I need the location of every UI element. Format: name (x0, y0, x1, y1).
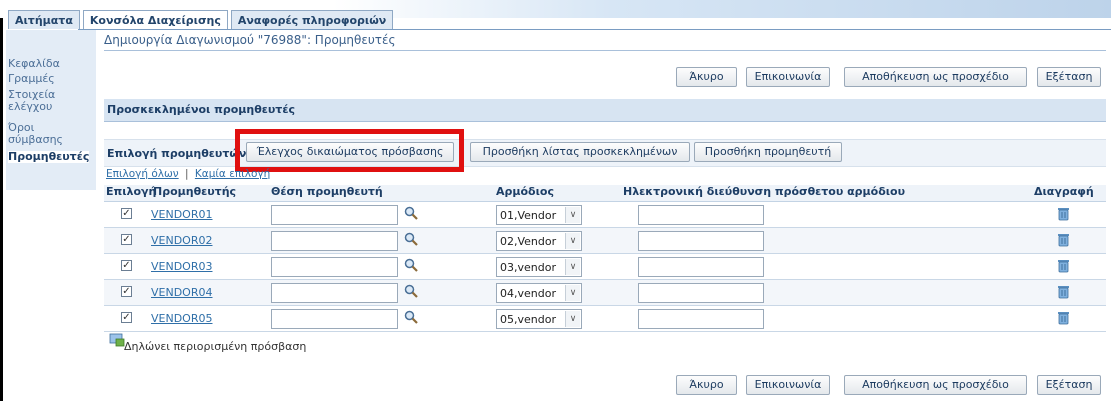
supplier-site-input[interactable] (271, 257, 398, 277)
select-suppliers-label: Επιλογή προμηθευτών: (107, 147, 251, 160)
tab-admin-console[interactable]: Κονσόλα Διαχείρισης (82, 10, 228, 29)
review-button-bottom[interactable]: Εξέταση (1037, 375, 1101, 395)
search-icon[interactable] (404, 232, 418, 246)
tab-intelligence-reports[interactable]: Αναφορές πληροφοριών (230, 10, 394, 29)
header-delete: Διαγραφή (1034, 185, 1094, 198)
contact-value: 05,vendor (500, 313, 556, 326)
contact-select[interactable]: 02,Vendor ∨ (496, 231, 582, 251)
header-supplier: Προμηθευτής (153, 185, 237, 198)
supplier-site-input[interactable] (271, 309, 398, 329)
tab-requests[interactable]: Αιτήματα (8, 10, 80, 29)
add-supplier-button[interactable]: Προσθήκη προμηθευτή (694, 142, 842, 162)
chevron-down-icon: ∨ (565, 311, 580, 327)
additional-email-input[interactable] (638, 257, 764, 277)
supplier-site-input[interactable] (271, 205, 398, 225)
contact-button-top[interactable]: Επικοινωνία (746, 67, 830, 87)
page-title: Δημιουργία Διαγωνισμού "76988": Προμηθευ… (104, 33, 396, 47)
supplier-site-input[interactable] (271, 283, 398, 303)
search-icon[interactable] (404, 310, 418, 324)
search-icon[interactable] (404, 284, 418, 298)
tab-bar: Αιτήματα Κονσόλα Διαχείρισης Αναφορές πλ… (8, 10, 396, 30)
sidebar-item-terms-2[interactable]: σύμβασης (8, 134, 63, 146)
search-icon[interactable] (404, 258, 418, 272)
highlight-box (235, 129, 464, 172)
left-border (0, 18, 3, 401)
restricted-access-note: Δηλώνει περιορισμένη πρόσβαση (124, 340, 307, 353)
search-icon[interactable] (404, 206, 418, 220)
header-site: Θέση προμηθευτή (271, 185, 383, 198)
sidebar-item-suppliers[interactable]: Προμηθευτές (8, 151, 90, 163)
row-checkbox[interactable]: ✓ (121, 312, 132, 323)
select-none-link[interactable]: Καμία επιλογή (195, 168, 270, 180)
select-all-link[interactable]: Επιλογή όλων (106, 168, 179, 180)
sidebar-item-header[interactable]: Κεφαλίδα (8, 58, 60, 70)
supplier-link[interactable]: VENDOR02 (151, 234, 212, 247)
row-checkbox[interactable]: ✓ (121, 234, 132, 245)
header-select: Επιλογή (106, 185, 157, 198)
trash-icon[interactable] (1057, 284, 1070, 299)
table-row: ✓ VENDOR02 02,Vendor ∨ (104, 228, 1106, 254)
header-email: Ηλεκτρονική διεύθυνση πρόσθετου αρμόδιου (623, 185, 906, 198)
supplier-link[interactable]: VENDOR04 (151, 286, 212, 299)
contact-value: 01,Vendor (500, 209, 557, 222)
table-row: ✓ VENDOR03 03,vendor ∨ (104, 254, 1106, 280)
supplier-link[interactable]: VENDOR05 (151, 312, 212, 325)
chevron-down-icon: ∨ (565, 285, 580, 301)
contact-select[interactable]: 01,Vendor ∨ (496, 205, 582, 225)
supplier-link[interactable]: VENDOR01 (151, 208, 212, 221)
title-divider (104, 50, 1106, 51)
restricted-access-icon (109, 333, 125, 347)
section-title: Προσκεκλημένοι προμηθευτές (107, 103, 295, 116)
sidebar-item-lines[interactable]: Γραμμές (8, 73, 55, 85)
save-draft-button-top[interactable]: Αποθήκευση ως προσχέδιο (844, 67, 1027, 87)
chevron-down-icon: ∨ (565, 233, 580, 249)
supplier-site-input[interactable] (271, 231, 398, 251)
contact-select[interactable]: 05,vendor ∨ (496, 309, 582, 329)
sidebar-item-controls-2[interactable]: ελέγχου (8, 101, 52, 113)
contact-value: 02,Vendor (500, 235, 557, 248)
tab-underline (78, 29, 1111, 30)
save-draft-button-bottom[interactable]: Αποθήκευση ως προσχέδιο (844, 375, 1027, 395)
trash-icon[interactable] (1057, 310, 1070, 325)
trash-icon[interactable] (1057, 206, 1070, 221)
additional-email-input[interactable] (638, 231, 764, 251)
additional-email-input[interactable] (638, 309, 764, 329)
table-header-row (104, 185, 1106, 202)
additional-email-input[interactable] (638, 205, 764, 225)
table-row: ✓ VENDOR05 05,vendor ∨ (104, 306, 1106, 332)
contact-value: 03,vendor (500, 261, 556, 274)
chevron-down-icon: ∨ (565, 207, 580, 223)
row-checkbox[interactable]: ✓ (121, 260, 132, 271)
contact-select[interactable]: 04,vendor ∨ (496, 283, 582, 303)
trash-icon[interactable] (1057, 232, 1070, 247)
chevron-down-icon: ∨ (565, 259, 580, 275)
table-row: ✓ VENDOR04 04,vendor ∨ (104, 280, 1106, 306)
cancel-button-bottom[interactable]: Άκυρο (676, 375, 737, 395)
add-invited-list-button[interactable]: Προσθήκη λίστας προσκεκλημένων (470, 142, 690, 162)
selection-links: Επιλογή όλων | Καμία επιλογή (106, 168, 270, 180)
link-separator: | (185, 168, 189, 180)
trash-icon[interactable] (1057, 258, 1070, 273)
contact-select[interactable]: 03,vendor ∨ (496, 257, 582, 277)
header-contact: Αρμόδιος (496, 185, 554, 198)
additional-email-input[interactable] (638, 283, 764, 303)
section-header: Προσκεκλημένοι προμηθευτές (104, 99, 1106, 122)
contact-value: 04,vendor (500, 287, 556, 300)
review-button-top[interactable]: Εξέταση (1037, 67, 1101, 87)
row-checkbox[interactable]: ✓ (121, 208, 132, 219)
row-checkbox[interactable]: ✓ (121, 286, 132, 297)
supplier-link[interactable]: VENDOR03 (151, 260, 212, 273)
contact-button-bottom[interactable]: Επικοινωνία (746, 375, 830, 395)
table-row: ✓ VENDOR01 01,Vendor ∨ (104, 202, 1106, 228)
cancel-button-top[interactable]: Άκυρο (676, 67, 737, 87)
